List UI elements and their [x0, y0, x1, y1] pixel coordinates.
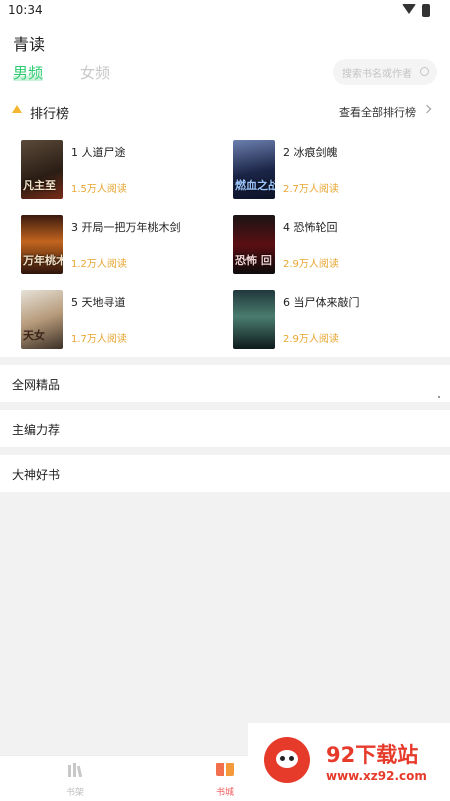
book-read-count: 1.7万人阅读	[71, 334, 127, 345]
book-read-count: 1.5万人阅读	[71, 184, 127, 195]
book-title[interactable]: 3 开局一把万年桃木剑	[71, 219, 181, 235]
ranking-book-item[interactable]: 恐怖 回 4 恐怖轮回 2.9万人阅读	[233, 215, 433, 275]
battery-icon	[422, 4, 430, 17]
status-time: 10:34	[8, 3, 43, 17]
watermark: 92下载站 www.xz92.com	[248, 723, 450, 800]
book-title[interactable]: 2 冰痕剑魄	[283, 144, 338, 160]
view-all-rankings-link[interactable]: 查看全部排行榜	[339, 104, 416, 120]
status-bar: 10:34	[0, 0, 450, 22]
ranking-book-item[interactable]: 燃血之战帝 2 冰痕剑魄 2.7万人阅读	[233, 140, 433, 200]
cover-title-art: 天女	[23, 329, 45, 342]
book-cover[interactable]: 燃血之战帝	[233, 140, 275, 199]
book-title[interactable]: 5 天地寻道	[71, 294, 126, 310]
section-title: 主编力荐	[12, 423, 61, 437]
search-input[interactable]: 搜索书名或作者	[333, 59, 437, 85]
ranking-book-item[interactable]: 凡主至 1 人道尸途 1.5万人阅读	[21, 140, 221, 200]
ranking-book-item[interactable]: 天女 5 天地寻道 1.7万人阅读	[21, 290, 221, 350]
watermark-title: 92下载站	[326, 743, 419, 767]
ranking-header: 排行榜 查看全部排行榜	[0, 100, 450, 124]
tab-female[interactable]: 女频	[80, 62, 110, 83]
nav-bookshelf[interactable]: 书架	[45, 762, 105, 798]
ranking-title: 排行榜	[30, 107, 70, 122]
header-ranking-card: 青读 男频 女频 搜索书名或作者 排行榜 查看全部排行榜 凡主至 1 人道尸途 …	[0, 22, 450, 357]
book-title[interactable]: 1 人道尸途	[71, 144, 126, 160]
cover-title-art: 凡主至	[23, 179, 56, 192]
watermark-url: www.xz92.com	[326, 769, 427, 783]
book-read-count: 1.2万人阅读	[71, 259, 127, 270]
chevron-right-icon[interactable]	[422, 104, 432, 114]
divider-dot	[438, 396, 440, 398]
cover-title-art: 燃血之战帝	[235, 179, 275, 192]
app-title: 青读	[13, 35, 46, 54]
wifi-icon	[402, 4, 416, 14]
book-cover[interactable]	[233, 290, 275, 349]
nav-label: 书架	[65, 788, 84, 798]
watermark-logo	[264, 737, 310, 783]
book-cover[interactable]: 天女	[21, 290, 63, 349]
cover-title-art: 恐怖 回	[235, 254, 272, 267]
book-cover[interactable]: 恐怖 回	[233, 215, 275, 274]
section-master-books[interactable]: 大神好书	[0, 455, 450, 492]
bookshelf-icon	[67, 763, 83, 778]
book-read-count: 2.9万人阅读	[283, 334, 339, 345]
section-quality-picks[interactable]: 全网精品	[0, 365, 450, 402]
section-title: 大神好书	[12, 468, 61, 482]
crown-icon	[12, 105, 22, 113]
book-store-icon	[216, 762, 234, 777]
book-read-count: 2.9万人阅读	[283, 259, 339, 270]
search-icon[interactable]	[420, 67, 429, 76]
tab-male[interactable]: 男频	[13, 62, 44, 83]
ranking-book-item[interactable]: 6 当尸体来敲门 2.9万人阅读	[233, 290, 433, 350]
book-read-count: 2.7万人阅读	[283, 184, 339, 195]
ranking-book-item[interactable]: 万年桃木剑 3 开局一把万年桃木剑 1.2万人阅读	[21, 215, 221, 275]
book-cover[interactable]: 万年桃木剑	[21, 215, 63, 274]
book-cover[interactable]: 凡主至	[21, 140, 63, 199]
book-title[interactable]: 4 恐怖轮回	[283, 219, 338, 235]
section-title: 全网精品	[12, 378, 61, 392]
section-editor-picks[interactable]: 主编力荐	[0, 410, 450, 447]
nav-label: 书城	[215, 788, 234, 798]
nav-book-store[interactable]: 书城	[195, 762, 255, 798]
book-title[interactable]: 6 当尸体来敲门	[283, 294, 360, 310]
search-placeholder: 搜索书名或作者	[342, 69, 412, 80]
cover-title-art: 万年桃木剑	[23, 254, 63, 267]
